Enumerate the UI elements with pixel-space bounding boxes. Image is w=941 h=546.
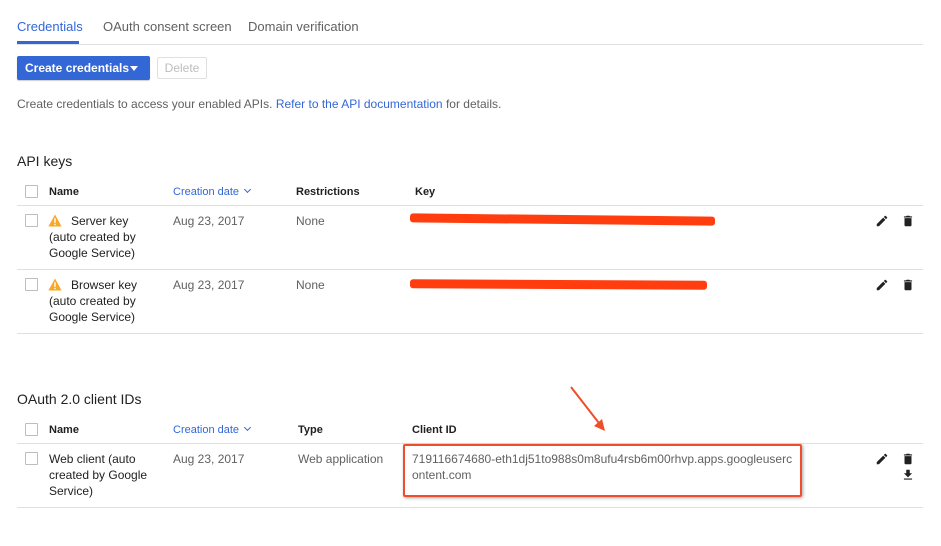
column-header-restrictions: Restrictions <box>296 186 360 198</box>
api-key-date: Aug 23, 2017 <box>173 214 245 228</box>
dropdown-caret-icon <box>130 66 138 71</box>
column-header-creation-date-label: Creation date <box>173 424 240 436</box>
description-suffix: for details. <box>445 97 502 111</box>
tab-bar: Credentials OAuth consent screen Domain … <box>17 0 923 45</box>
delete-icon[interactable] <box>901 214 915 228</box>
oauth-client-date: Aug 23, 2017 <box>173 452 245 466</box>
column-header-creation-date[interactable]: Creation date <box>173 423 252 436</box>
redacted-key-mark <box>409 213 716 226</box>
divider <box>17 333 923 334</box>
divider <box>17 205 923 206</box>
description-text: Create credentials to access your enable… <box>17 97 501 111</box>
create-credentials-label: Create credentials <box>25 61 130 75</box>
chevron-down-icon <box>244 185 252 194</box>
download-icon[interactable] <box>901 468 915 482</box>
chevron-down-icon <box>244 423 252 432</box>
edit-icon[interactable] <box>875 214 889 228</box>
select-all-api-keys-checkbox[interactable] <box>25 185 38 198</box>
column-header-client-id: Client ID <box>412 424 457 436</box>
column-header-creation-date-label: Creation date <box>173 186 240 198</box>
tab-oauth-consent-screen[interactable]: OAuth consent screen <box>103 19 232 34</box>
divider <box>17 269 923 270</box>
row-checkbox[interactable] <box>25 452 38 465</box>
edit-icon[interactable] <box>875 278 889 292</box>
delete-icon[interactable] <box>901 452 915 466</box>
redacted-key-mark <box>409 279 708 290</box>
delete-icon[interactable] <box>901 278 915 292</box>
select-all-oauth-checkbox[interactable] <box>25 423 38 436</box>
column-header-type: Type <box>298 424 323 436</box>
column-header-name: Name <box>49 424 79 436</box>
annotation-arrow-icon <box>570 386 605 431</box>
column-header-key: Key <box>415 186 436 198</box>
edit-icon[interactable] <box>875 452 889 466</box>
annotation-highlight-box <box>403 444 802 497</box>
api-key-name[interactable]: Browser key (auto created by Google Serv… <box>49 277 157 325</box>
active-tab-indicator <box>17 41 79 44</box>
description-prefix: Create credentials to access your enable… <box>17 97 273 111</box>
api-key-name[interactable]: Server key (auto created by Google Servi… <box>49 213 157 261</box>
divider <box>17 507 923 508</box>
oauth-client-name[interactable]: Web client (auto created by Google Servi… <box>49 451 161 499</box>
oauth-client-ids-title: OAuth 2.0 client IDs <box>17 391 142 407</box>
row-checkbox[interactable] <box>25 214 38 227</box>
oauth-client-type: Web application <box>298 452 384 466</box>
api-documentation-link[interactable]: Refer to the API documentation <box>276 97 443 111</box>
column-header-name: Name <box>49 186 79 198</box>
column-header-creation-date[interactable]: Creation date <box>173 185 252 198</box>
create-credentials-button[interactable]: Create credentials <box>17 56 150 80</box>
api-key-date: Aug 23, 2017 <box>173 278 245 292</box>
api-keys-title: API keys <box>17 153 73 169</box>
tab-domain-verification[interactable]: Domain verification <box>248 19 359 34</box>
tab-credentials[interactable]: Credentials <box>17 19 83 34</box>
row-checkbox[interactable] <box>25 278 38 291</box>
api-key-restrictions: None <box>296 214 325 228</box>
api-key-restrictions: None <box>296 278 325 292</box>
delete-button[interactable]: Delete <box>157 57 207 79</box>
